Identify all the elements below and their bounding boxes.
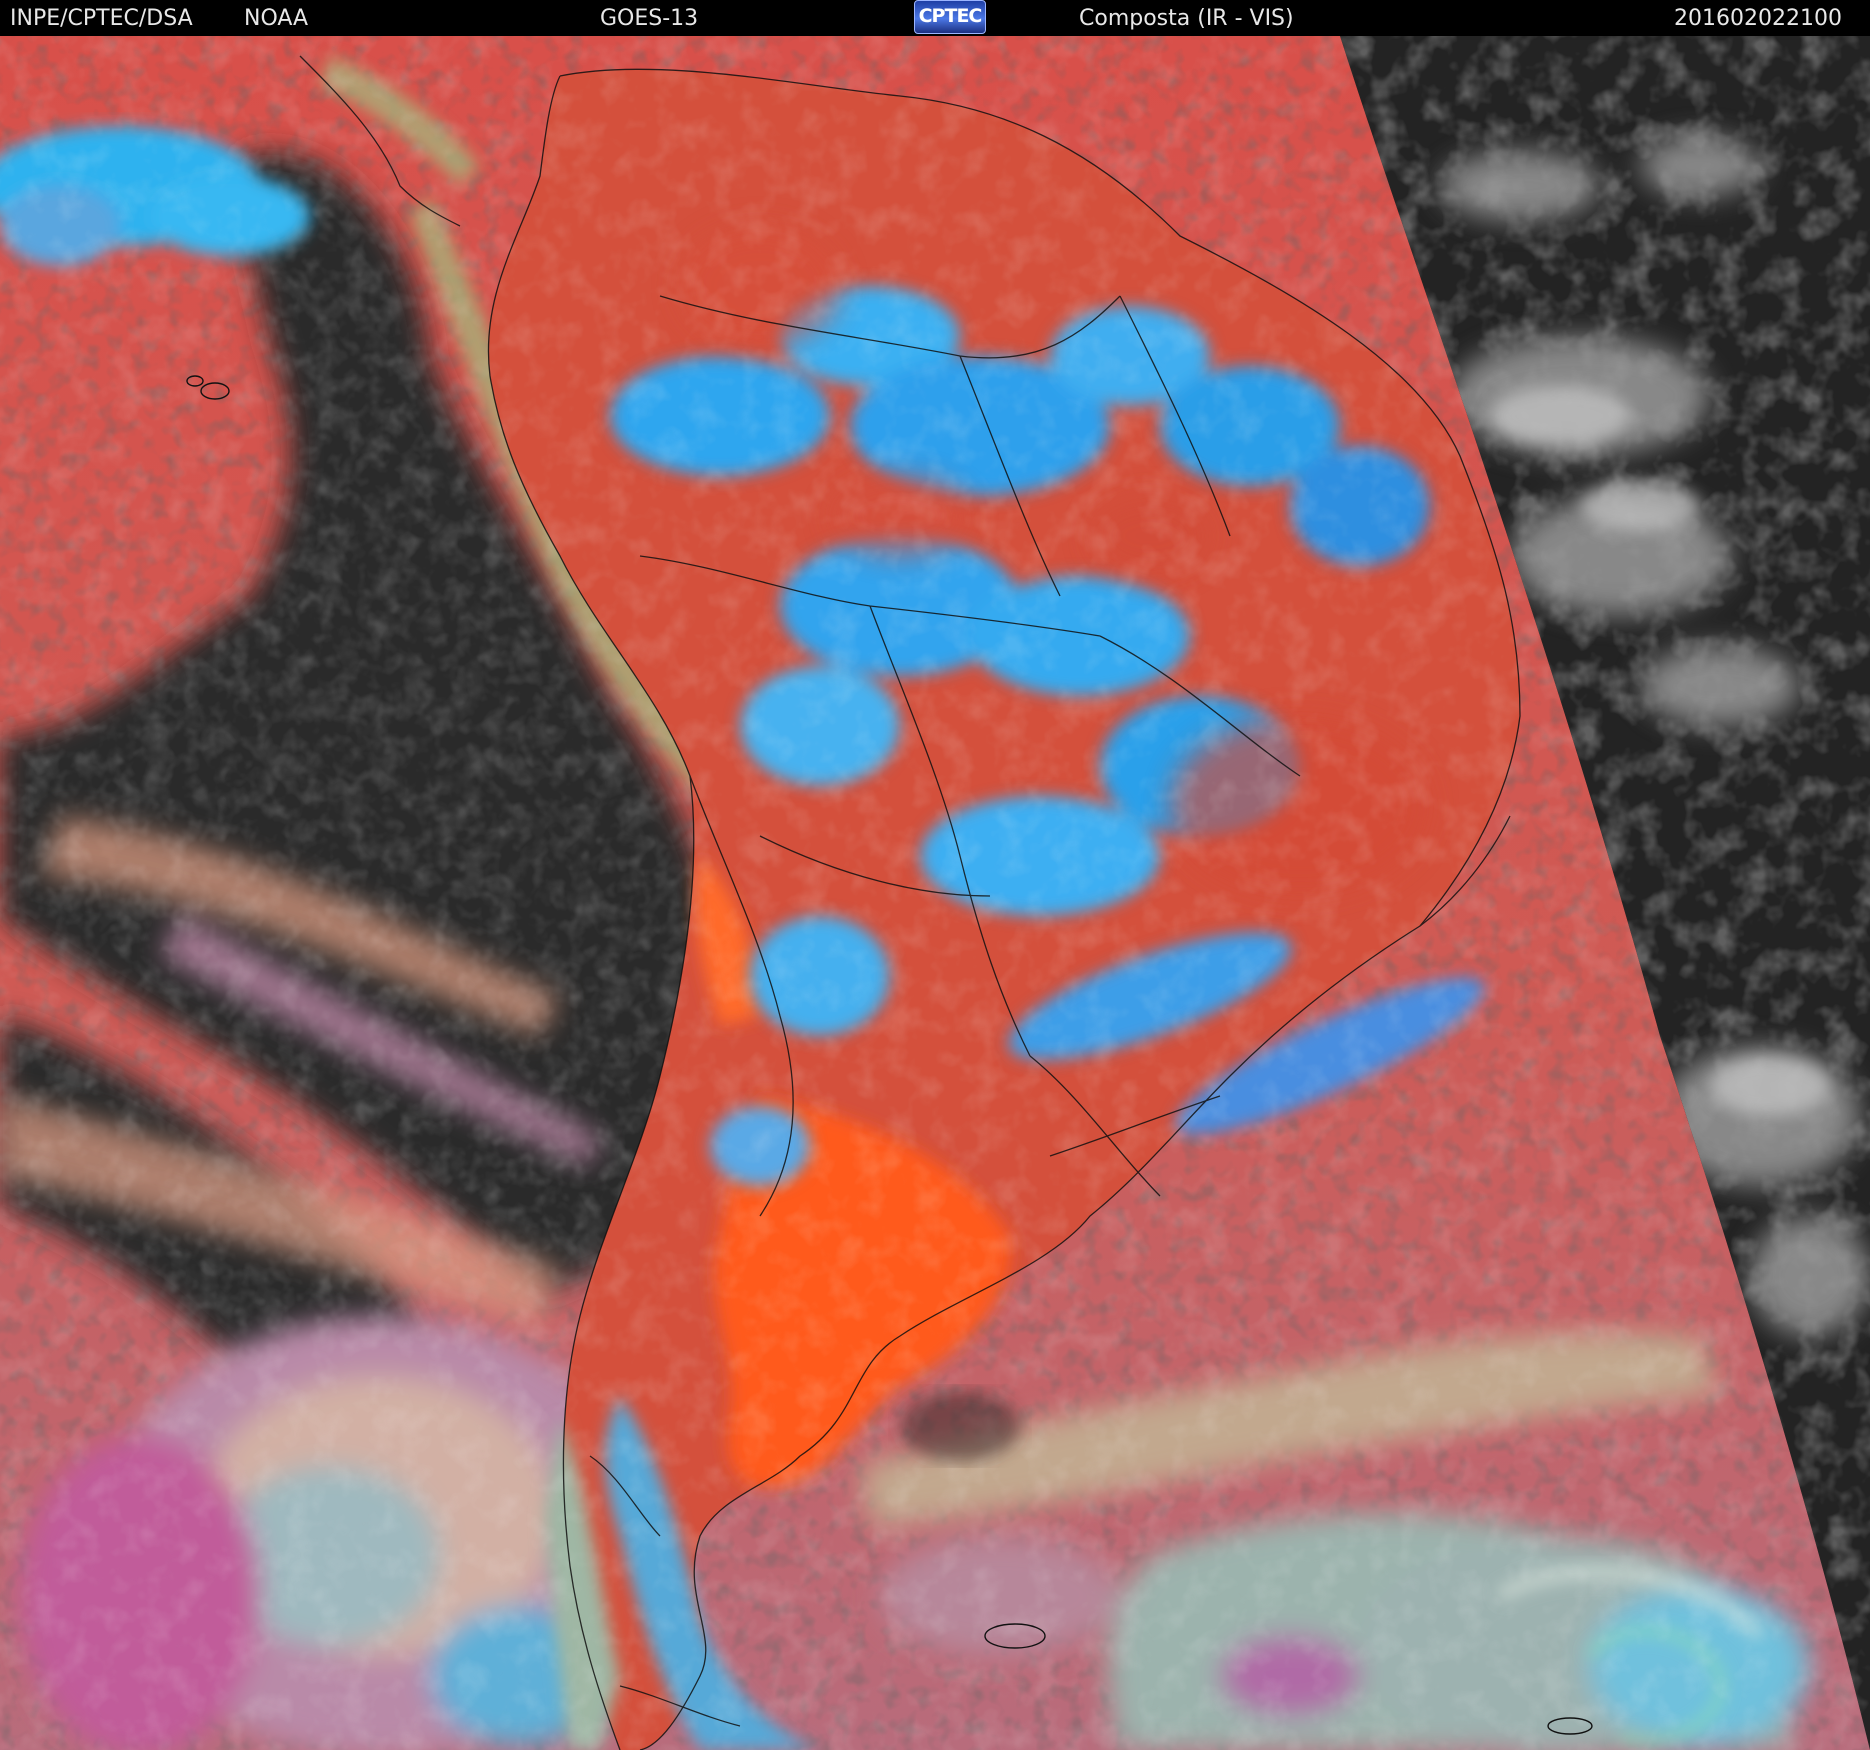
header-bar: INPE/CPTEC/DSA NOAA GOES-13 CPTEC Compos… — [0, 0, 1870, 36]
agency-label: INPE/CPTEC/DSA — [10, 6, 193, 31]
satellite-image — [0, 36, 1870, 1750]
clear-patch-atlantic — [900, 1391, 1020, 1461]
cptec-logo: CPTEC — [914, 0, 986, 34]
composite-map — [0, 36, 1870, 1750]
satellite-label: GOES-13 — [600, 6, 699, 31]
product-label: Composta (IR - VIS) — [1079, 6, 1294, 31]
partner-label: NOAA — [244, 6, 309, 31]
timestamp-label: 201602022100 — [1674, 6, 1842, 31]
